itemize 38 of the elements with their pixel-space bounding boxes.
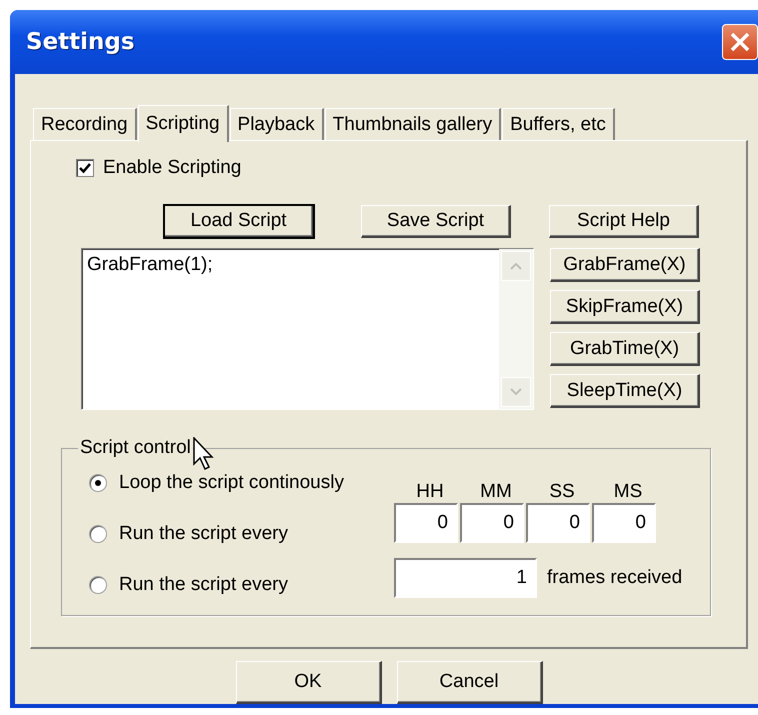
tab[interactable]: Thumbnails gallery [324, 108, 502, 140]
input-field[interactable]: 0 [592, 503, 656, 543]
tab[interactable]: Playback [230, 108, 324, 140]
command-button[interactable]: SkipFrame(X) [550, 290, 700, 324]
command-button[interactable]: SleepTime(X) [550, 374, 700, 408]
tab[interactable]: Recording [33, 108, 137, 140]
close-icon [729, 31, 751, 53]
input-field[interactable]: 0 [460, 503, 524, 543]
column-label: SS [548, 481, 576, 503]
column-label: MM [479, 481, 513, 503]
tab[interactable]: Scripting [138, 105, 229, 142]
radio-button[interactable] [89, 576, 107, 594]
column-label: MS [612, 481, 644, 503]
close-button[interactable] [722, 24, 758, 60]
field-label: frames received [547, 567, 682, 589]
radio-button[interactable] [89, 525, 107, 543]
input-field[interactable]: 1 [394, 558, 537, 598]
window-title: Settings [26, 29, 135, 55]
input-field[interactable]: 0 [526, 503, 590, 543]
tab[interactable]: Buffers, etc [502, 108, 615, 140]
script-button[interactable]: Script Help [549, 205, 699, 238]
script-button[interactable]: Load Script [164, 205, 314, 238]
input-field[interactable]: 0 [394, 503, 458, 543]
checkbox[interactable] [76, 159, 94, 177]
radio-label: Run the script every [119, 523, 288, 545]
script-editor[interactable]: GrabFrame(1); [81, 248, 534, 410]
group-legend: Script control [78, 437, 193, 459]
column-label: HH [415, 481, 445, 503]
command-button[interactable]: GrabTime(X) [550, 332, 700, 366]
cursor-icon [193, 437, 215, 471]
dialog-button[interactable]: Cancel [396, 661, 542, 704]
radio-button[interactable] [89, 474, 107, 492]
radio-label: Loop the script continously [119, 472, 344, 494]
radio-label: Run the script every [119, 574, 288, 596]
script-button[interactable]: Save Script [361, 205, 511, 238]
dialog-button[interactable]: OK [236, 661, 382, 704]
command-button[interactable]: GrabFrame(X) [550, 248, 700, 282]
checkbox-label: Enable Scripting [103, 157, 242, 179]
